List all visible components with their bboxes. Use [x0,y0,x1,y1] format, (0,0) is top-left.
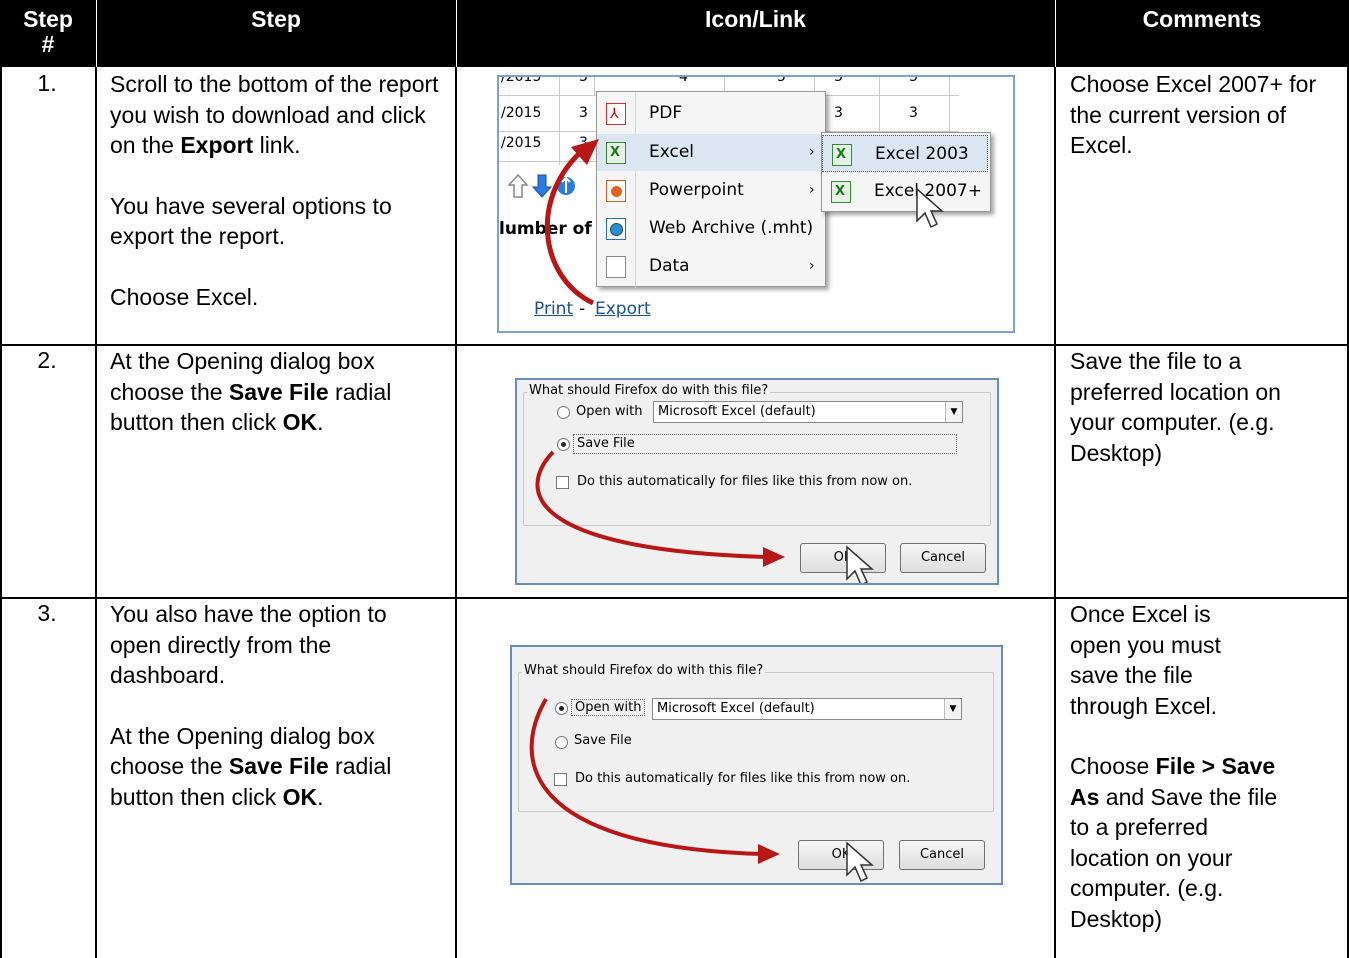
row-3-comment: Once Excel is open you must save the fil… [1070,599,1277,934]
mouse-cursor-icon [846,545,874,583]
row-1-step: Scroll to the bottom of the report you w… [110,69,450,312]
row-2-step: At the Opening dialog box choose the Sav… [110,346,430,438]
header-icon-link-label: Icon/Link [705,6,806,32]
open-dialog-screenshot: What should Firefox do with this file? O… [510,645,1003,885]
row-1-step-end: link. [259,132,301,158]
export-menu-screenshot: /2015 3 4 5 3 3 /2015 3 3 3 /2015 3 lumb… [497,75,1015,333]
row-1-step-options: You have several options to export the r… [110,192,392,250]
row-3-step-bold: Save File [228,753,329,779]
header-step-number: Step # [0,0,96,67]
row-3-step-option: You also have the option to open directl… [110,601,387,688]
mouse-cursor-icon [846,841,874,883]
row-3-step-period: . [317,783,324,810]
header-step: Step [96,0,456,67]
row-3-step-ok: OK [282,783,318,810]
header-step-label: Step [251,6,301,32]
row-1-comment: Choose Excel 2007+ for the current versi… [1070,71,1317,158]
save-dialog-screenshot: What should Firefox do with this file? O… [515,378,999,585]
row-3-step: You also have the option to open directl… [110,599,430,812]
row-1-step-bold: Export [180,132,254,158]
row-3-step-instr: At the Opening dialog box choose the Sav… [110,721,430,813]
row-2-step-bold: Save File [228,378,329,405]
row-2-number: 2. [37,347,57,373]
header-icon-link: Icon/Link [456,0,1055,67]
header-comments-label: Comments [1142,6,1262,32]
curved-arrow-icon [529,697,780,864]
mouse-cursor-icon [916,187,944,229]
row-2-step-period: . [317,409,324,435]
row-3-comment-end: and Save the file to a preferred locatio… [1070,783,1278,932]
row-2-step-ok: OK [282,409,318,435]
row-2-comment: Save the file to a preferred location on… [1070,348,1281,466]
row-1-step-choose: Choose Excel. [110,283,259,310]
curved-arrow-icon [535,450,785,567]
header-comments: Comments [1055,0,1349,67]
row-3-comment-choose: Choose [1070,753,1150,779]
row-1-number: 1. [37,70,57,96]
row-3-comment-open: Once Excel is open you must save the fil… [1070,601,1221,719]
header-step-number-label: Step # [23,6,73,57]
row-3-comment-saveas: Choose File > Save As and Save the file … [1070,751,1290,934]
row-3-number: 3. [37,600,57,626]
